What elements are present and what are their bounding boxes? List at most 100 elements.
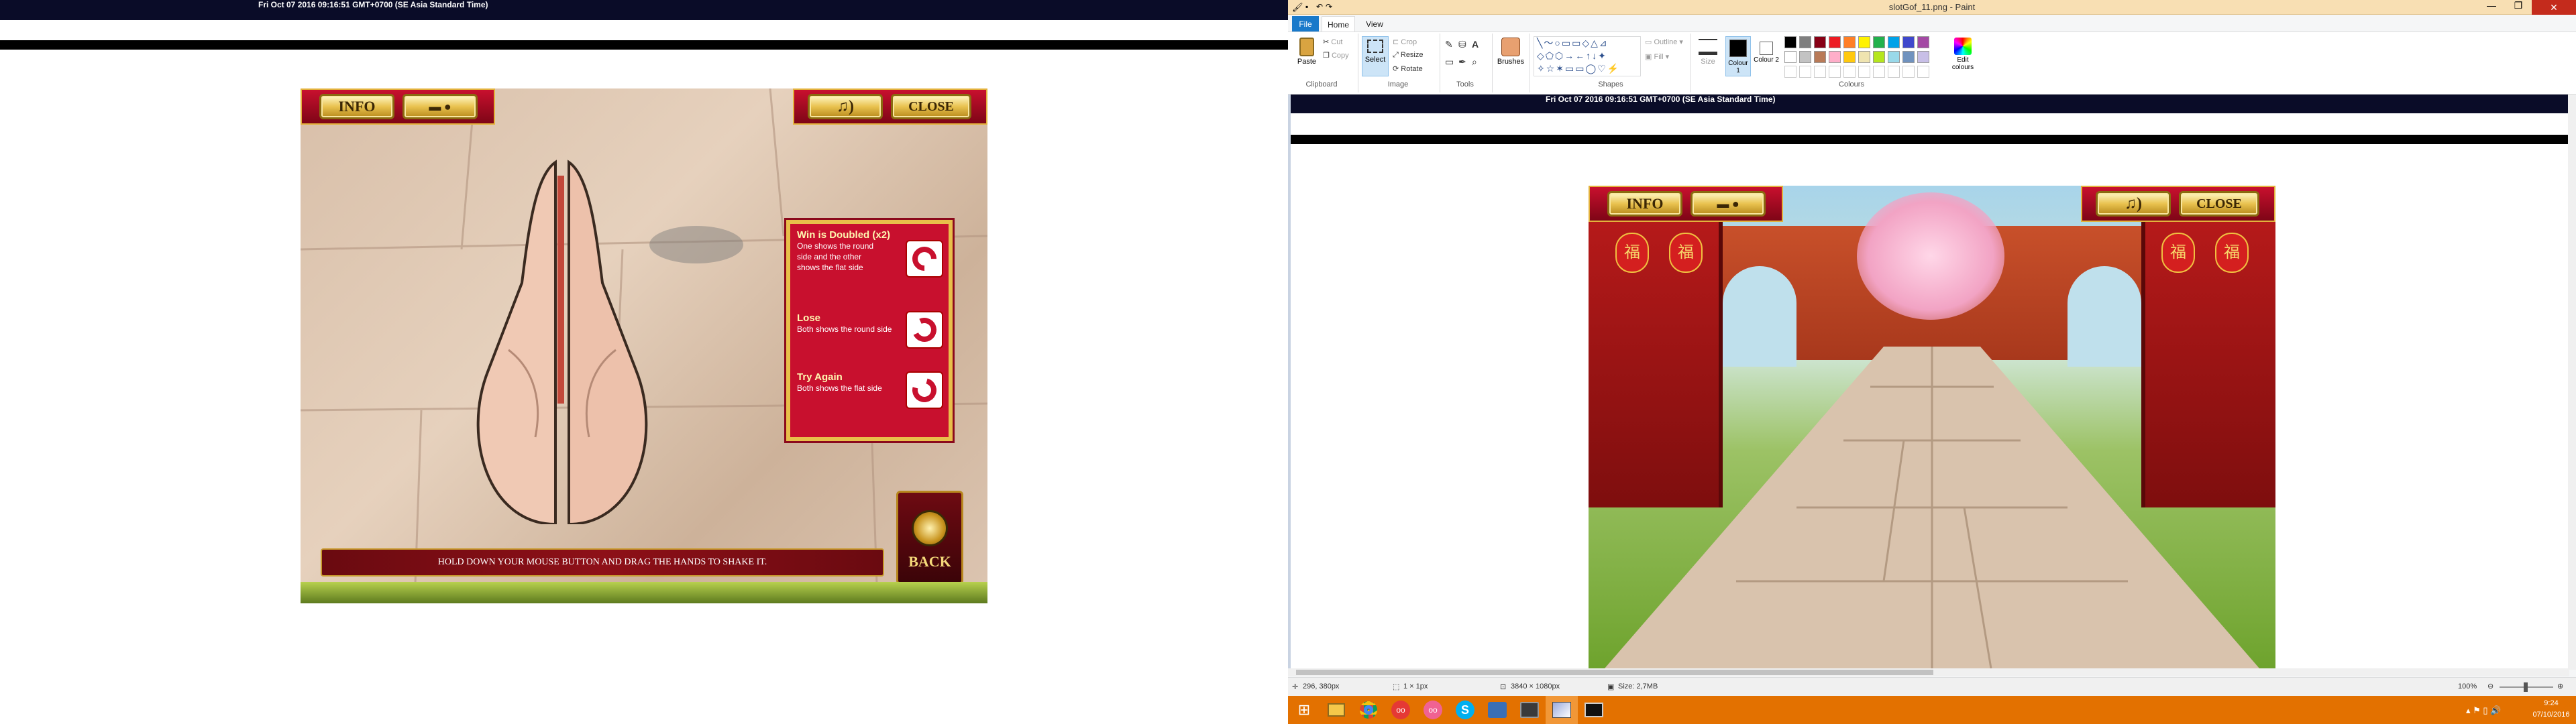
outline-dropdown[interactable]: ▭ Outline ▾ xyxy=(1645,38,1683,46)
taskbar-skype[interactable]: S xyxy=(1449,696,1481,724)
taskbar-file-explorer[interactable] xyxy=(1320,696,1352,724)
colour2-button[interactable]: Colour 2 xyxy=(1754,36,1779,76)
gong-icon xyxy=(912,510,948,546)
palette-swatch[interactable] xyxy=(1858,36,1870,48)
palette-swatch[interactable] xyxy=(1888,36,1900,48)
palette-swatch[interactable] xyxy=(1829,36,1841,48)
cut-button[interactable]: ✂ Cut xyxy=(1323,38,1342,46)
palette-swatch-empty[interactable] xyxy=(1917,66,1929,78)
zoom-in-button[interactable]: ⊕ xyxy=(2557,682,2563,690)
ribbon-separator xyxy=(1690,34,1691,93)
palette-swatch[interactable] xyxy=(1799,36,1811,48)
paste-button[interactable]: Paste xyxy=(1293,36,1320,76)
eraser-tool[interactable]: ▭ xyxy=(1445,56,1454,68)
image-dimensions: 3840 × 1080px xyxy=(1511,682,1560,690)
image-canvas[interactable]: Fri Oct 07 2016 09:16:51 GMT+0700 (SE As… xyxy=(1291,95,2568,668)
maximize-button[interactable]: ❐ xyxy=(2505,0,2532,15)
colour2-swatch xyxy=(1760,42,1773,55)
edit-colours-button[interactable]: Edit colours xyxy=(1949,36,1976,79)
grass-strip xyxy=(301,582,987,603)
palette-swatch-empty[interactable] xyxy=(1799,66,1811,78)
palette-swatch[interactable] xyxy=(1917,36,1929,48)
brushes-button[interactable]: Brushes xyxy=(1496,36,1525,76)
close-window-button[interactable]: ✕ xyxy=(2532,0,2576,15)
scrollbar-thumb[interactable] xyxy=(1296,670,1933,675)
close-button[interactable]: CLOSE xyxy=(891,94,971,119)
select-button[interactable]: Select xyxy=(1362,36,1389,76)
tab-file[interactable]: File xyxy=(1292,16,1319,32)
taskbar-paint[interactable] xyxy=(1546,696,1578,724)
tab-home[interactable]: Home xyxy=(1322,16,1355,32)
palette-swatch[interactable] xyxy=(1799,51,1811,63)
start-button[interactable]: ⊞ xyxy=(1288,696,1320,724)
zoom-level: 100% xyxy=(2458,682,2477,690)
system-tray-icons[interactable]: ▴ ⚑ ▯ 🔊 xyxy=(2466,705,2501,716)
crop-button[interactable]: ⊏ Crop xyxy=(1393,38,1417,46)
palette-swatch[interactable] xyxy=(1829,51,1841,63)
palette-swatch-empty[interactable] xyxy=(1829,66,1841,78)
palette-swatch[interactable] xyxy=(1814,51,1826,63)
taskbar-app-red[interactable]: oo xyxy=(1385,696,1417,724)
rotate-label: Rotate xyxy=(1401,65,1423,73)
colour-picker-tool[interactable]: ✒ xyxy=(1458,56,1466,68)
blossom-tree xyxy=(1857,192,2004,320)
palette-swatch-empty[interactable] xyxy=(1873,66,1885,78)
minimize-button[interactable]: — xyxy=(2478,0,2505,15)
palette-swatch[interactable] xyxy=(1888,51,1900,63)
lose-desc: Both shows the round side xyxy=(797,324,892,334)
clock[interactable]: 9:24 07/10/2016 xyxy=(2529,698,2573,721)
horizontal-scrollbar[interactable] xyxy=(1288,668,2569,676)
palette-swatch[interactable] xyxy=(1873,51,1885,63)
skype-icon: S xyxy=(1456,701,1474,719)
back-button[interactable]: BACK xyxy=(896,491,963,585)
tab-view[interactable]: View xyxy=(1358,16,1391,32)
ribbon-separator xyxy=(1529,34,1530,93)
palette-swatch[interactable] xyxy=(1784,36,1796,48)
magnifier-tool[interactable]: ⌕ xyxy=(1472,56,1477,68)
palette-swatch[interactable] xyxy=(1843,36,1856,48)
taskbar-app-dark[interactable] xyxy=(1513,696,1546,724)
zoom-slider-thumb[interactable] xyxy=(2524,682,2528,692)
palette-swatch[interactable] xyxy=(1917,51,1929,63)
taskbar-app-blue[interactable] xyxy=(1481,696,1513,724)
palette-swatch-empty[interactable] xyxy=(1784,66,1796,78)
colour1-swatch xyxy=(1729,40,1747,57)
shapes-gallery[interactable]: ╲〜○▭▭◇△⊿ ◇⬠⬡→←↑↓✦ ✧☆✶▭▭◯♡⚡ xyxy=(1534,36,1641,76)
zoom-slider[interactable] xyxy=(2500,682,2553,692)
taskbar-chrome[interactable] xyxy=(1352,696,1385,724)
palette-swatch[interactable] xyxy=(1843,51,1856,63)
resize-button[interactable]: ⤢ Resize xyxy=(1393,51,1424,60)
fill-dropdown[interactable]: ▣ Fill ▾ xyxy=(1645,52,1669,61)
rules-panel: Win is Doubled (x2) One shows the round … xyxy=(784,218,955,443)
app-blue-icon xyxy=(1488,702,1507,718)
sound-button[interactable]: ♫) xyxy=(808,94,883,119)
palette-swatch-empty[interactable] xyxy=(1902,66,1915,78)
palette-swatch-empty[interactable] xyxy=(1858,66,1870,78)
taskbar-app-red2[interactable]: oo xyxy=(1417,696,1449,724)
vertical-scrollbar[interactable] xyxy=(2568,95,2576,670)
size-button[interactable]: Size xyxy=(1695,36,1721,76)
pay-table-button[interactable]: ▬ ● xyxy=(402,94,478,119)
palette-swatch-empty[interactable] xyxy=(1843,66,1856,78)
palette-swatch[interactable] xyxy=(1858,51,1870,63)
palette-swatch[interactable] xyxy=(1902,36,1915,48)
taskbar-terminal[interactable] xyxy=(1578,696,1610,724)
canvas-info-button: INFO xyxy=(1607,191,1682,217)
colour1-button[interactable]: Colour 1 xyxy=(1725,36,1751,76)
rotate-button[interactable]: ⟳ Rotate xyxy=(1393,64,1423,73)
palette-swatch-empty[interactable] xyxy=(1888,66,1900,78)
palette-swatch[interactable] xyxy=(1784,51,1796,63)
text-tool[interactable]: A xyxy=(1472,39,1479,50)
palette-swatch-empty[interactable] xyxy=(1814,66,1826,78)
ribbon-tabs xyxy=(1288,15,2576,32)
palette-swatch[interactable] xyxy=(1873,36,1885,48)
zoom-out-button[interactable]: ⊖ xyxy=(2487,682,2493,690)
rules-section-win: Win is Doubled (x2) One shows the round … xyxy=(797,229,918,273)
copy-button[interactable]: ❐ Copy xyxy=(1323,51,1349,60)
palette-swatch[interactable] xyxy=(1902,51,1915,63)
info-button[interactable]: INFO xyxy=(319,94,394,119)
palette-swatch[interactable] xyxy=(1814,36,1826,48)
pencil-tool[interactable]: ✎ xyxy=(1445,39,1453,50)
fill-tool[interactable]: ⛁ xyxy=(1458,39,1466,50)
resize-icon: ⤢ xyxy=(1393,51,1399,59)
